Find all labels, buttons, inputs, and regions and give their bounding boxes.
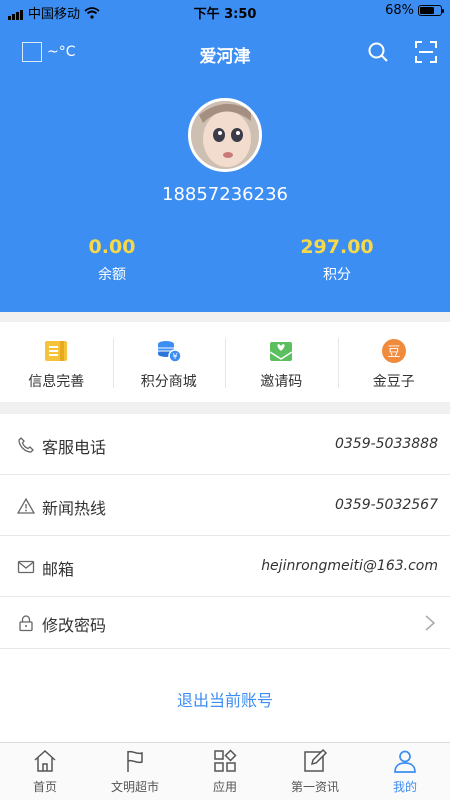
battery-icon <box>418 5 444 16</box>
flag-icon <box>127 750 143 772</box>
list-item-email[interactable]: 邮箱 hejinrongmeiti@163.com <box>0 536 450 597</box>
points-label: 积分 <box>323 267 351 283</box>
user-phone: 18857236236 <box>162 184 288 205</box>
tab-news[interactable]: 第一资讯 <box>270 743 360 800</box>
quick-item-label: 金豆子 <box>372 374 415 390</box>
list-item-service-phone[interactable]: 客服电话 0359-5033888 <box>0 414 450 475</box>
logout-button[interactable]: 退出当前账号 <box>0 649 450 745</box>
list-item-news-hotline[interactable]: 新闻热线 0359-5032567 <box>0 475 450 536</box>
nav-bar: ~°C 爱河津 <box>0 36 450 70</box>
tab-label: 文明超市 <box>110 780 159 794</box>
quick-menu: 信息完善 ¥ 积分商城 邀请码 豆 金豆子 <box>0 322 450 402</box>
points-stat[interactable]: 297.00 积分 <box>277 236 397 284</box>
status-bar: 中国移动 下午 3:50 68% <box>0 0 450 22</box>
profile-header: 中国移动 下午 3:50 68% ~°C 爱河津 18857236236 0.0… <box>0 0 450 312</box>
svg-text:豆: 豆 <box>387 345 400 360</box>
user-icon <box>394 750 416 773</box>
list-item-change-password[interactable]: 修改密码 <box>0 597 450 649</box>
quick-item-label: 信息完善 <box>28 374 85 390</box>
tab-home[interactable]: 首页 <box>0 743 90 800</box>
profile-card-icon <box>45 341 68 361</box>
battery-percent: 68% <box>385 3 414 18</box>
points-value: 297.00 <box>300 236 374 258</box>
tab-label: 我的 <box>392 780 417 794</box>
tab-market[interactable]: 文明超市 <box>90 743 180 800</box>
quick-item-mall[interactable]: ¥ 积分商城 <box>112 322 226 402</box>
list-item-value: 0359-5033888 <box>334 436 438 452</box>
invite-envelope-icon <box>269 342 293 361</box>
avatar-image <box>191 101 259 169</box>
quick-item-beans[interactable]: 豆 金豆子 <box>337 322 450 402</box>
phone-icon <box>18 437 34 453</box>
balance-value: 0.00 <box>88 236 136 258</box>
chevron-right-icon <box>425 615 436 631</box>
apps-icon <box>214 749 237 772</box>
warning-icon <box>17 497 35 514</box>
quick-item-label: 邀请码 <box>260 374 303 390</box>
list-item-label: 客服电话 <box>42 438 107 457</box>
info-list: 客服电话 0359-5033888 新闻热线 0359-5032567 邮箱 h… <box>0 414 450 745</box>
tab-apps[interactable]: 应用 <box>180 743 270 800</box>
status-time: 下午 3:50 <box>193 7 257 22</box>
lock-icon <box>19 615 33 632</box>
list-item-label: 邮箱 <box>42 560 75 579</box>
coins-icon: ¥ <box>157 341 182 363</box>
list-item-value: hejinrongmeiti@163.com <box>261 558 438 574</box>
balance-stat[interactable]: 0.00 余额 <box>52 236 172 284</box>
tab-label: 应用 <box>212 780 237 794</box>
bean-icon: 豆 <box>381 339 406 363</box>
balance-label: 余额 <box>98 267 126 283</box>
tab-label: 第一资讯 <box>290 780 339 794</box>
quick-item-label: 积分商城 <box>140 374 197 390</box>
list-item-label: 修改密码 <box>42 616 107 635</box>
list-item-value: 0359-5032567 <box>334 497 438 513</box>
search-icon[interactable] <box>366 40 390 64</box>
tab-mine[interactable]: 我的 <box>360 743 450 800</box>
tab-bar: 首页 文明超市 应用 第一资讯 我的 <box>0 742 450 800</box>
list-item-label: 新闻热线 <box>42 499 107 518</box>
tab-label: 首页 <box>32 780 57 794</box>
svg-text:¥: ¥ <box>172 352 177 361</box>
mail-icon <box>17 560 35 574</box>
news-edit-icon <box>304 748 328 772</box>
avatar[interactable] <box>188 98 262 172</box>
quick-item-invite[interactable]: 邀请码 <box>225 322 338 402</box>
home-icon <box>34 749 56 772</box>
quick-item-info[interactable]: 信息完善 <box>0 322 113 402</box>
scan-icon[interactable] <box>414 40 438 64</box>
